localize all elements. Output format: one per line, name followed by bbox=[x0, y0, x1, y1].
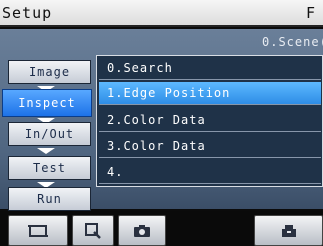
list-item-color-data-2[interactable]: 2.Color Data bbox=[99, 109, 321, 132]
capture-button[interactable] bbox=[118, 215, 166, 246]
item-list: 0.Search 1.Edge Position 2.Color Data 3.… bbox=[96, 55, 323, 187]
side-button-inspect[interactable]: Inspect bbox=[2, 89, 92, 117]
camera-icon bbox=[134, 224, 150, 237]
save-icon bbox=[281, 224, 296, 237]
list-item-4[interactable]: 4. bbox=[99, 161, 321, 184]
screen-title: Setup bbox=[2, 4, 53, 22]
side-button-image[interactable]: Image bbox=[8, 60, 91, 84]
title-bar: Setup F bbox=[0, 0, 323, 27]
save-button[interactable] bbox=[254, 215, 323, 246]
list-item-search[interactable]: 0.Search bbox=[99, 57, 321, 80]
title-fragment: F bbox=[306, 4, 316, 22]
side-button-test[interactable]: Test bbox=[8, 156, 91, 180]
setup-screen: Setup F 0.Scene( Image Inspect In/Out Te… bbox=[0, 0, 323, 246]
side-button-in-out[interactable]: In/Out bbox=[8, 122, 91, 146]
bottom-toolbar bbox=[0, 211, 323, 246]
flow-arrow-icon bbox=[37, 148, 55, 154]
zoom-button[interactable] bbox=[72, 215, 114, 246]
display-button[interactable] bbox=[8, 215, 68, 246]
list-item-color-data-3[interactable]: 3.Color Data bbox=[99, 135, 321, 158]
list-item-edge-position[interactable]: 1.Edge Position bbox=[99, 82, 321, 105]
side-button-run[interactable]: Run bbox=[8, 187, 91, 211]
scene-label: 0.Scene( bbox=[262, 35, 323, 49]
zoom-icon bbox=[85, 222, 101, 239]
display-icon bbox=[28, 224, 48, 237]
